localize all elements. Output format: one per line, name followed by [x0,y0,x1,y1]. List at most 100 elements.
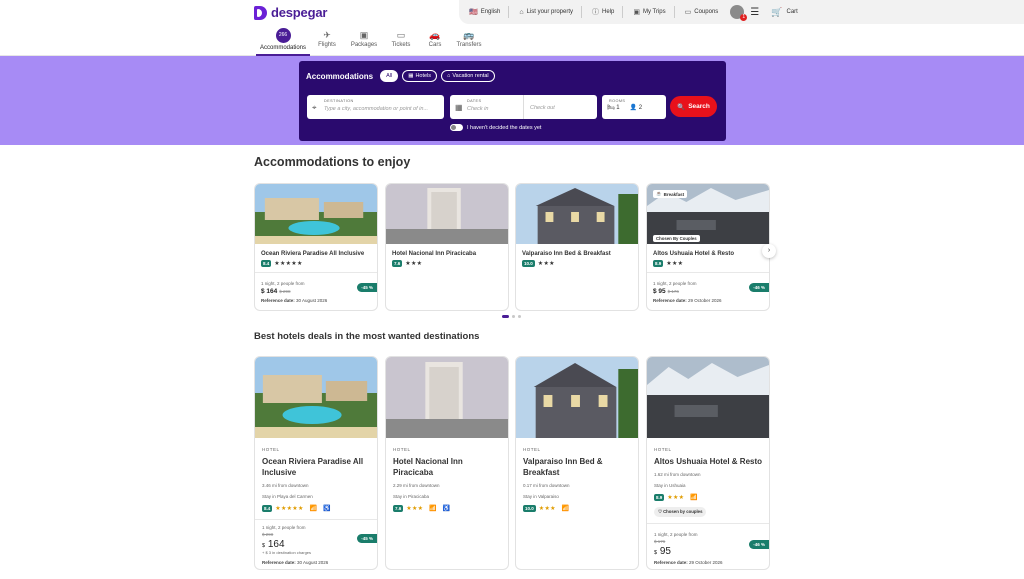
rating-row: 10.0 ★★★ [522,260,555,267]
discount-badge: -45 % [357,534,377,543]
divider [255,272,377,273]
distance: 0.17 mi from downtown [523,483,570,488]
carousel-next-button[interactable]: › [762,244,776,258]
help-icon: ⓘ [592,9,599,16]
house-icon: ⌂ [519,8,524,16]
tab-cars[interactable]: 🚗 Cars [418,28,452,55]
hotel-image [386,184,508,244]
tab-packages[interactable]: ▣ Packages [344,28,384,55]
rating-row: 8.9 ★★★ 📶 [654,494,698,501]
star-rating: ★★★ [538,506,556,512]
bed-icon: 266 [275,28,291,43]
list-property-label: List your property [526,9,573,15]
destination-input[interactable]: Type a city, accommodation or point of i… [324,106,439,112]
destination-field[interactable]: ⌖ DESTINATION Type a city, accommodation… [307,95,444,119]
hotel-name: Altos Ushuaia Hotel & Resto [653,251,735,257]
ref-label: Reference date: [261,298,295,303]
chevron-right-icon: › [767,247,771,254]
reference-date: Reference date: 30 August 2026 [262,560,328,565]
coupons-link[interactable]: ▭ Coupons [685,8,719,16]
star-rating: ★★★ [667,495,685,501]
tab-label: Flights [318,42,336,48]
rooms-label: ROOMS [609,99,626,103]
ref-label: Reference date: [654,560,688,565]
utility-bar: 🇺🇸 English ⌂ List your property ⓘ Help ▣ My … [459,0,1024,24]
toggle-switch[interactable] [450,124,463,131]
search-title: Accommodations [306,71,374,81]
divider [581,6,582,18]
my-trips-link[interactable]: ▣ My Trips [633,8,665,16]
accommodation-card[interactable]: Hotel Nacional Inn Piracicaba 7.6 ★★★ [385,183,509,311]
tab-flights[interactable]: ✈ Flights [310,28,344,55]
destination-charges: + $ 3 in destination charges [262,550,312,555]
checkin-cell[interactable]: ▦ DATES Check in [450,95,523,119]
my-trips-label: My Trips [642,9,666,15]
chip-hotels[interactable]: ▦ Hotels [402,70,438,82]
ref-value: 30 August 2026 [297,560,329,565]
language-selector[interactable]: 🇺🇸 English [469,8,500,16]
home-icon: ⌂ [447,73,451,79]
divider [508,6,510,18]
rating-row: 8.9 ★★★ [653,260,683,267]
accommodation-card[interactable]: Ocean Riviera Paradise All Inclusive 8.4… [254,183,378,311]
carousel-dot[interactable] [518,315,521,318]
language-label: English [480,9,501,15]
ref-label: Reference date: [262,560,296,565]
hotel-image [516,357,638,438]
currency: $ [262,543,266,549]
tab-transfers[interactable]: 🚌 Transfers [452,28,486,55]
chip-all[interactable]: All [380,70,399,82]
car-icon: 🚗 [429,30,441,40]
checkout-cell[interactable]: Check out [523,95,596,119]
discount-badge: -45 % [357,283,377,292]
list-property-link[interactable]: ⌂ List your property [519,9,573,16]
hotel-name: Hotel Nacional Inn Piracicaba [392,251,477,257]
search-button[interactable]: 🔍 Search [670,96,717,117]
cart-link[interactable]: 🛒 Cart [771,7,798,18]
rating-badge: 7.6 [393,505,404,512]
coupons-label: Coupons [694,9,719,15]
ref-value: 30 August 2026 [296,298,328,303]
accommodation-card[interactable]: ☕ Breakfast Chosen By Couples Altos Ushua… [646,183,770,311]
rating-row: 7.6 ★★★ 📶 ♿ [393,505,450,512]
search-type-row: Accommodations All ▦ Hotels ⌂ Vacation ren… [306,70,495,82]
hotel-image: ☕ Breakfast Chosen By Couples [647,184,769,244]
star-rating: ★★★ [406,506,424,512]
rating-row: 10.0 ★★★ 📶 [523,505,569,512]
distance: 3.46 mi from downtown [262,483,309,488]
carousel-dot[interactable] [502,315,509,318]
tab-accommodations[interactable]: 266 Accommodations [256,28,310,56]
discount-badge: -46 % [749,540,769,549]
accommodation-card[interactable]: Valparaiso Inn Bed & Breakfast 10.0 ★★★ [515,183,639,311]
property-type: HOTEL [262,447,280,452]
rooms-field[interactable]: ROOMS 🛏 1 👤 2 [602,95,666,119]
brand-name: despegar [271,5,328,20]
rating-badge: 7.6 [392,260,403,267]
carousel-dot[interactable] [512,315,515,318]
hamburger-menu-icon[interactable]: ☰ [750,7,759,18]
price-note: 1 night, 2 people from [262,525,306,530]
dates-field[interactable]: ▦ DATES Check in Check out [450,95,597,119]
tab-label: Transfers [456,42,482,48]
old-price: $ 176 [667,289,679,294]
chip-vacation-rental[interactable]: ⌂ Vacation rental [441,70,495,82]
hotel-deal-card[interactable]: HOTEL Hotel Nacional Inn Piracicaba 2.29… [385,356,509,570]
rating-badge: 8.9 [653,260,664,267]
hotel-deal-card[interactable]: HOTEL Ocean Riviera Paradise All Inclusi… [254,356,378,570]
hotel-name: Altos Ushuaia Hotel & Resto [654,457,763,466]
hotel-deal-card[interactable]: HOTEL Altos Ushuaia Hotel & Resto 1.62 m… [646,356,770,570]
property-type: HOTEL [393,447,411,452]
brand-logo[interactable]: despegar [254,5,327,20]
plane-icon: ✈ [323,30,331,40]
hotel-deal-card[interactable]: HOTEL Valparaiso Inn Bed & Breakfast 0.1… [515,356,639,570]
help-link[interactable]: ⓘ Help [592,7,614,17]
bus-icon: 🚌 [463,30,475,40]
tab-tickets[interactable]: ▭ Tickets [384,28,418,55]
tag-label: Breakfast [663,191,685,197]
couples-badge: ♡ Chosen by couples [654,507,707,517]
wifi-icon: 📶 [561,506,570,512]
star-rating: ★★★★★ [275,506,304,512]
undecided-dates-toggle[interactable]: I haven't decided the dates yet [450,124,541,131]
user-avatar[interactable]: 1 [730,5,748,21]
hotel-name: Ocean Riviera Paradise All Inclusive [262,457,364,477]
